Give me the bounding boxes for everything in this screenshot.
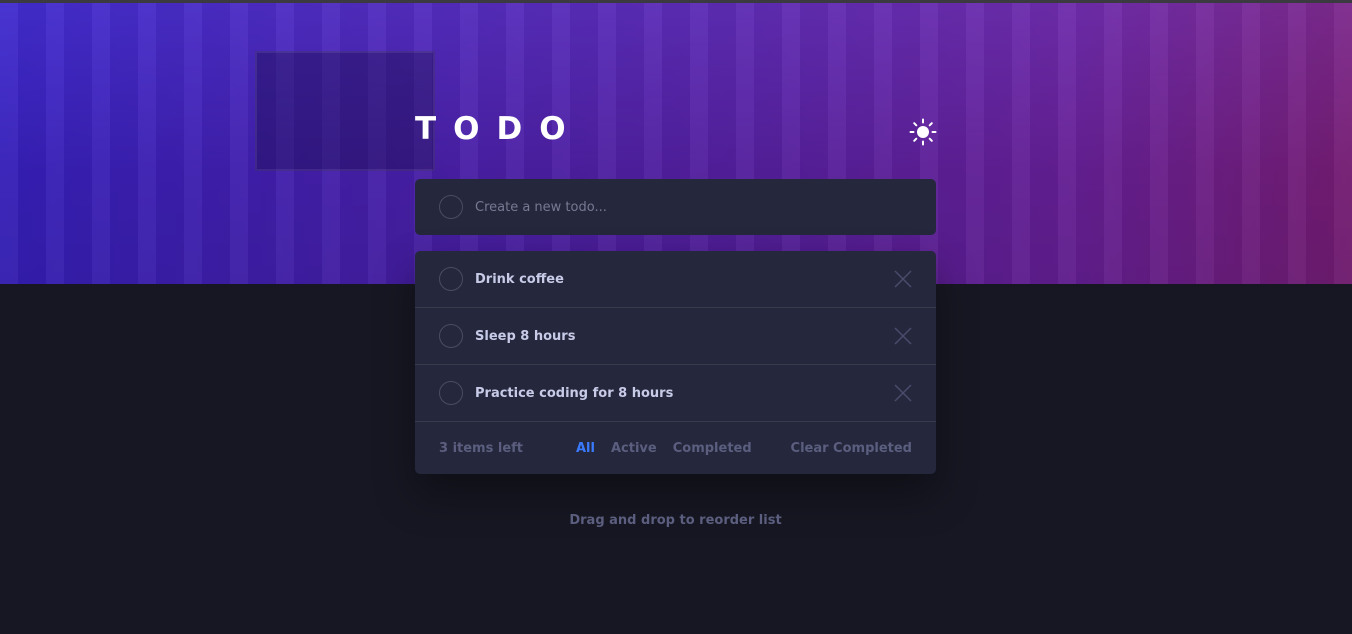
hero-background-image bbox=[0, 3, 1352, 284]
hero-image-corridor bbox=[255, 51, 435, 171]
todo-check-circle[interactable] bbox=[439, 267, 463, 291]
todo-text: Sleep 8 hours bbox=[475, 328, 576, 344]
cross-icon[interactable] bbox=[894, 327, 912, 345]
sun-icon bbox=[909, 118, 937, 146]
app-title: TODO bbox=[415, 111, 583, 147]
filter-all[interactable]: All bbox=[576, 441, 595, 456]
hero-image-overlay bbox=[0, 3, 1352, 284]
filter-completed[interactable]: Completed bbox=[673, 441, 752, 456]
cross-icon[interactable] bbox=[894, 270, 912, 288]
reorder-hint: Drag and drop to reorder list bbox=[569, 513, 782, 528]
cross-icon[interactable] bbox=[894, 384, 912, 402]
new-todo-input[interactable] bbox=[475, 199, 895, 215]
todo-item[interactable]: Sleep 8 hours bbox=[415, 308, 936, 365]
new-todo-check-circle[interactable] bbox=[439, 195, 463, 219]
todo-text: Drink coffee bbox=[475, 271, 564, 287]
todo-item[interactable]: Drink coffee bbox=[415, 251, 936, 308]
todo-check-circle[interactable] bbox=[439, 324, 463, 348]
theme-toggle-button[interactable] bbox=[909, 118, 937, 146]
todo-item[interactable]: Practice coding for 8 hours bbox=[415, 365, 936, 422]
todo-list: Drink coffee Sleep 8 hours Practice codi… bbox=[415, 251, 936, 474]
new-todo-form bbox=[415, 179, 936, 235]
todo-footer: 3 items left All Active Completed Clear … bbox=[415, 422, 936, 474]
clear-completed-button[interactable]: Clear Completed bbox=[791, 441, 912, 456]
filter-active[interactable]: Active bbox=[611, 441, 657, 456]
filter-group: All Active Completed bbox=[576, 441, 752, 456]
items-left-count: 3 items left bbox=[439, 440, 524, 456]
todo-text: Practice coding for 8 hours bbox=[475, 385, 674, 401]
todo-check-circle[interactable] bbox=[439, 381, 463, 405]
